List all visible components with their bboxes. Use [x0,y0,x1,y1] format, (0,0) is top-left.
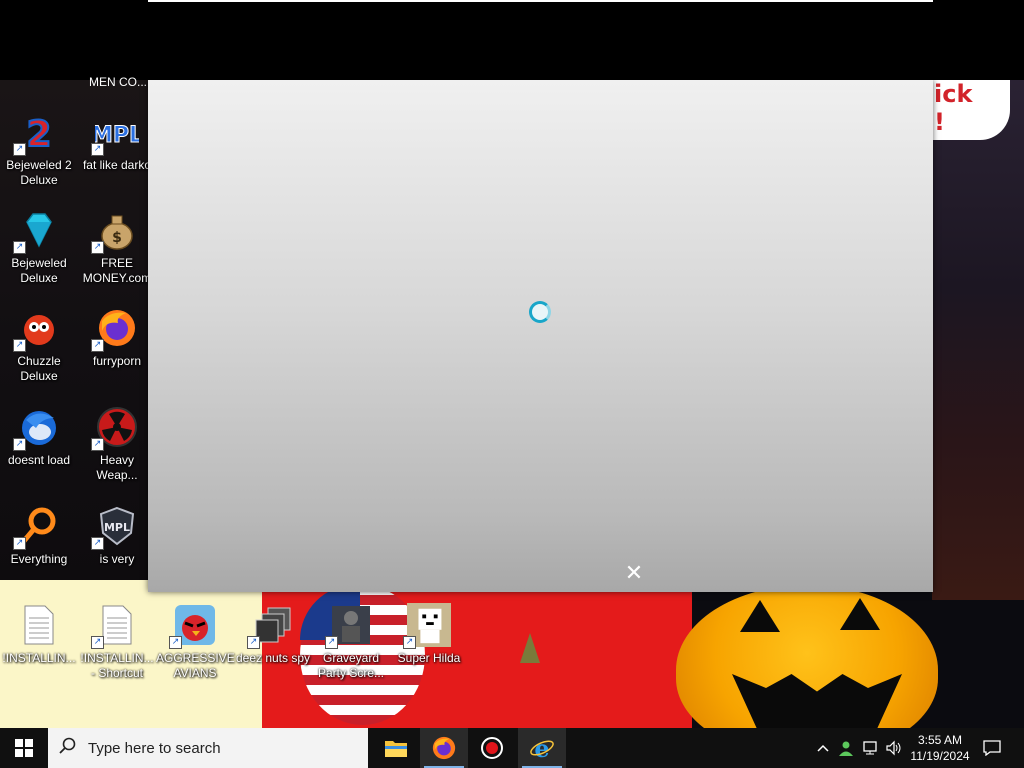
loading-spinner-icon [529,301,551,323]
svg-text:e: e [534,735,549,761]
desktop-icon-label: Everything [10,552,68,566]
search-icon [48,737,88,760]
network-icon [863,741,877,755]
top-black-area [0,0,1024,80]
desktop-icon-label: FREE MONEY.com [82,256,152,285]
windows-logo-icon [15,739,33,757]
pixel-dog-icon: ↗ [403,603,451,649]
desktop-icon-label: Bejeweled Deluxe [11,256,67,285]
text-file-icon: ↗ [91,603,139,649]
desktop-icon-label: Graveyard Party Scre... [317,651,385,680]
internet-explorer-icon: e [530,735,554,761]
taskbar-firefox[interactable] [420,728,468,768]
radiation-icon: ↗ [91,405,139,451]
money-bag-icon: $ ↗ [91,208,139,254]
mpl-shield-icon: MPL ↗ [91,504,139,550]
desktop-icon-heavy-weapon[interactable]: ↗ Heavy Weap... [78,405,156,483]
clock-date: 11/19/2024 [910,749,970,763]
desktop-icon-free-money[interactable]: $ ↗ FREE MONEY.com [78,208,156,286]
desktop-icon-label: fat like darko [82,158,152,172]
record-icon [481,737,503,759]
desktop-icon-is-very[interactable]: MPL ↗ is very [78,504,156,567]
speech-text: ick ! [934,80,973,136]
svg-text:MPL: MPL [104,521,130,534]
search-magnifier-icon: ↗ [13,504,61,550]
firefox-icon [432,736,456,760]
file-explorer-icon [385,741,407,757]
svg-text:$: $ [112,230,122,246]
loading-dialog: ✕ [148,80,933,592]
thunderbird-icon: ↗ [13,405,61,451]
mpl-icon: MPL ↗ [91,110,139,156]
svg-text:2: 2 [26,114,51,152]
search-placeholder: Type here to search [88,739,221,757]
people-icon [839,741,853,756]
taskbar-search-box[interactable]: Type here to search [48,728,368,768]
wallpaper-right-panel [932,80,1024,600]
desktop-icon-label: Super Hilda [397,651,461,665]
wallpaper-speech-bubble: ick ! [930,80,1010,140]
desktop-icon-super-hilda[interactable]: ↗ Super Hilda [390,603,468,666]
desktop-icon-aggressive-avians[interactable]: ↗ AGGRESSIVE AVIANS [156,603,235,681]
action-center-button[interactable] [978,728,1006,768]
tray-volume[interactable] [884,728,904,768]
desktop-icon-label: deez nuts spy [235,651,311,665]
firefox-icon: ↗ [91,306,139,352]
desktop-icon-furryporn[interactable]: ↗ furryporn [78,306,156,369]
chevron-up-icon [817,744,829,752]
desktop-icon-label: !INSTALLIN... [2,651,76,665]
desktop-icon-label: AGGRESSIVE AVIANS [156,651,235,680]
tray-user[interactable] [836,728,856,768]
desktop-icon-graveyard-party[interactable]: ↗ Graveyard Party Scre... [312,603,390,681]
tray-network[interactable] [860,728,882,768]
desktop-icon-bejeweled[interactable]: ↗ Bejeweled Deluxe [0,208,78,286]
diamond-icon: ↗ [13,208,61,254]
desktop-icon-chuzzle[interactable]: ↗ Chuzzle Deluxe [0,306,78,384]
taskbar-internet-explorer[interactable]: e [518,728,566,768]
desktop-icon-label: Chuzzle Deluxe [17,354,61,383]
desktop-icon-installing-shortcut[interactable]: ↗ !INSTALLIN... - Shortcut [78,603,156,681]
graveyard-icon: ↗ [325,603,373,649]
desktop-icon-installing[interactable]: !INSTALLIN... [0,603,78,666]
desktop-icon-label: !INSTALLIN... - Shortcut [80,651,154,680]
desktop-icon-deez-nuts-spy[interactable]: ↗ deez nuts spy [234,603,312,666]
notification-icon [983,740,1001,756]
desktop-icon-doesnt-load[interactable]: ↗ doesnt load [0,405,78,468]
desktop-label-cut-off: MEN CO... [89,75,148,89]
desktop-icon-label: is very [99,552,135,566]
top-divider-line [148,0,933,2]
start-button[interactable] [0,728,48,768]
desktop-icon-label: Heavy Weap... [96,453,138,482]
taskbar-recorder[interactable] [468,728,516,768]
speaker-icon [886,740,901,756]
desktop-icon-fat-like-darko[interactable]: MPL ↗ fat like darko [78,110,156,173]
chuzzle-icon: ↗ [13,306,61,352]
desktop-icon-label: doesnt load [7,453,71,467]
clock-time: 3:55 AM [917,733,963,747]
desktop-icon-label: furryporn [92,354,142,368]
desktop-icon-label: Bejeweled 2 Deluxe [6,158,72,187]
taskbar: Type here to search e 3:55 AM 11/19/2024 [0,728,1024,768]
windows-stack-icon: ↗ [247,603,295,649]
desktop-icon-everything[interactable]: ↗ Everything [0,504,78,567]
tray-show-hidden-button[interactable] [814,728,832,768]
desktop-icon-bejeweled2[interactable]: 2 ↗ Bejeweled 2 Deluxe [0,110,78,188]
taskbar-file-explorer[interactable] [372,728,420,768]
dialog-close-button[interactable]: ✕ [624,563,644,585]
taskbar-clock[interactable]: 3:55 AM 11/19/2024 [904,732,976,764]
text-file-icon [17,603,61,647]
bejeweled2-icon: 2 ↗ [13,110,61,156]
angry-bird-icon: ↗ [169,603,217,649]
